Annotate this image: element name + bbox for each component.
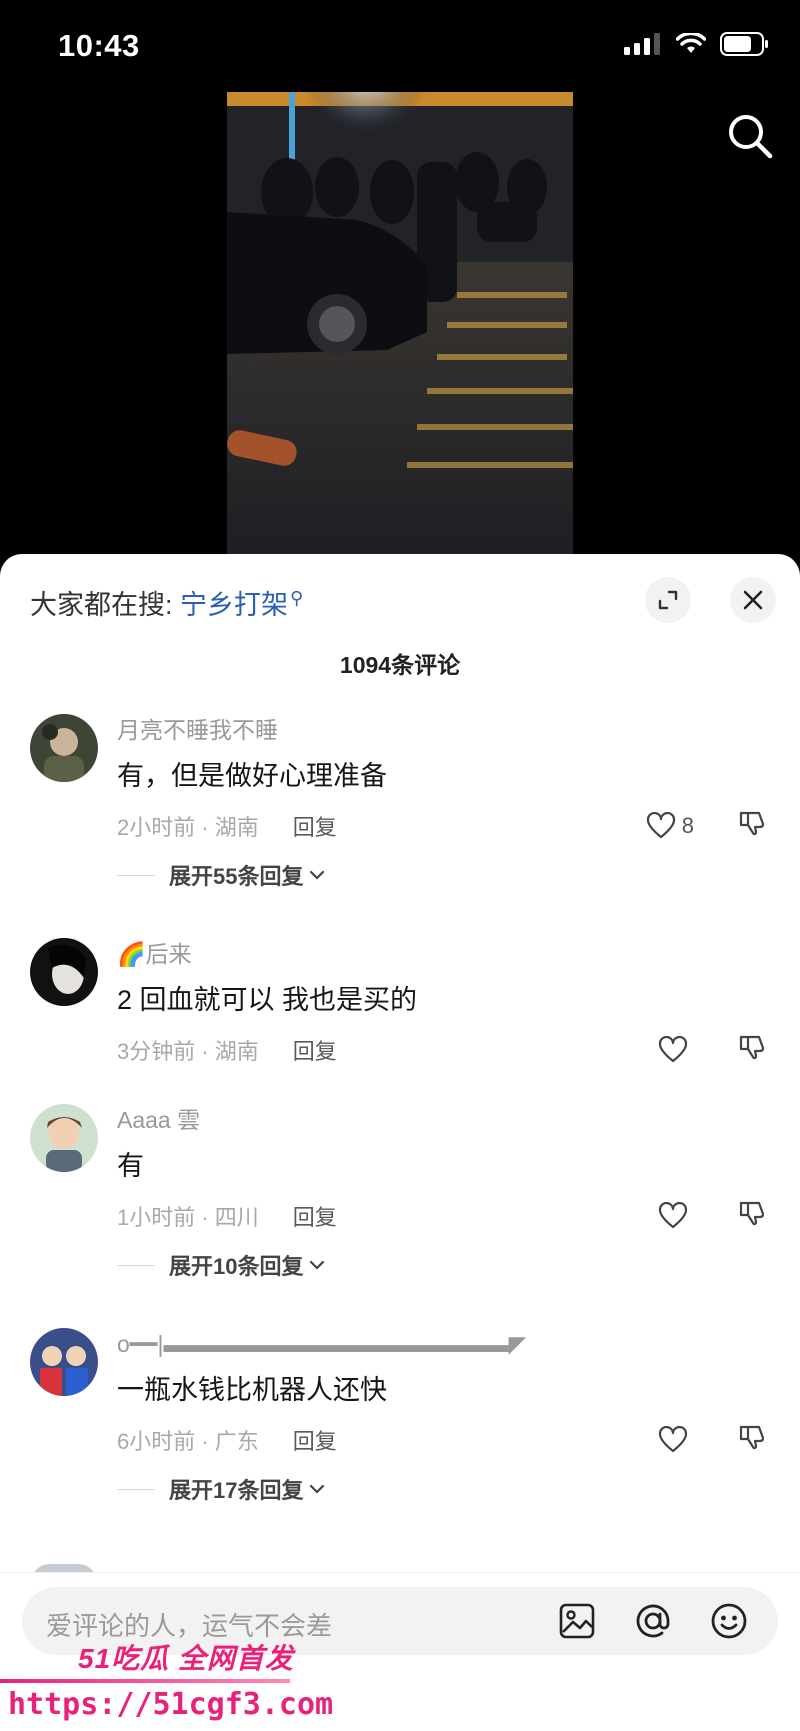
avatar[interactable] [30, 714, 98, 782]
like-button[interactable] [658, 1426, 694, 1454]
battery-icon [720, 32, 768, 56]
avatar[interactable] [30, 938, 98, 1006]
like-button[interactable]: 8 [646, 812, 694, 840]
reply-button[interactable]: 回复 [293, 1424, 337, 1456]
comment-item: o━━|▬▬▬▬▬▬▬▬▬▬▬▬▬▬▬◤ 一瓶水钱比机器人还快 6小时前 · 广… [0, 1328, 800, 1506]
video-player[interactable] [0, 92, 800, 554]
comment-text: 一瓶水钱比机器人还快 [117, 1375, 387, 1405]
video-still [227, 92, 573, 554]
avatar[interactable] [30, 1328, 98, 1396]
comment-username[interactable]: o━━|▬▬▬▬▬▬▬▬▬▬▬▬▬▬▬◤ [117, 1328, 760, 1360]
comment-text: 有 [117, 1151, 144, 1181]
comment-text: 2 回血就可以 我也是买的 [117, 985, 418, 1015]
comment-actions [658, 1423, 766, 1457]
close-icon [743, 590, 763, 610]
comment-item: Aaaa 雲 有 1小时前 · 四川 回复 展开10条回复 [0, 1104, 800, 1282]
hot-search[interactable]: 大家都在搜: 宁乡打架 ⚲ [30, 583, 303, 622]
hot-search-prefix: 大家都在搜: [30, 590, 173, 620]
comment-actions [658, 1033, 766, 1067]
comment-meta: 1小时前 · 四川 回复 [117, 1198, 765, 1234]
comment-meta: 3分钟前 · 湖南 回复 [117, 1032, 765, 1068]
reply-button[interactable]: 回复 [293, 1034, 337, 1066]
heart-icon [658, 1036, 688, 1063]
emoji-icon [711, 1603, 747, 1639]
expand-replies-label: 展开10条回复 [169, 1254, 304, 1279]
sheet-header: 大家都在搜: 宁乡打架 ⚲ [0, 554, 800, 646]
thumbs-down-icon [739, 1201, 765, 1226]
divider-line [117, 1488, 155, 1490]
dislike-button[interactable] [738, 1423, 766, 1457]
expand-icon [658, 590, 678, 610]
dislike-button[interactable] [738, 809, 766, 843]
emoji-button[interactable] [710, 1602, 748, 1640]
expand-replies-label: 展开17条回复 [169, 1478, 304, 1503]
chevron-down-icon [310, 1484, 325, 1494]
comment-meta: 6小时前 · 广东 回复 [117, 1422, 765, 1458]
like-count: 8 [681, 813, 694, 838]
comment-time-location: 6小时前 · 广东 [117, 1429, 259, 1454]
watermark-logo: 51吃瓜 全网首发 [78, 1643, 294, 1674]
comment-time-location: 1小时前 · 四川 [117, 1205, 259, 1230]
comment-item: 月亮不睡我不睡 有，但是做好心理准备 2小时前 · 湖南 回复 8 展开55条回… [0, 714, 800, 892]
comment-time-location: 2小时前 · 湖南 [117, 815, 259, 840]
search-icon [729, 115, 773, 159]
expand-replies-button[interactable]: 展开55条回复 [117, 858, 760, 892]
status-time: 10:43 [58, 28, 140, 63]
expand-sheet-button[interactable] [645, 577, 691, 623]
hot-search-term[interactable]: 宁乡打架 [180, 590, 288, 620]
video-frame[interactable] [227, 92, 573, 554]
comment-username[interactable]: Aaaa 雲 [117, 1104, 760, 1136]
image-icon [559, 1603, 595, 1639]
search-small-icon: ⚲ [290, 588, 304, 608]
dislike-button[interactable] [738, 1033, 766, 1067]
thumbs-down-icon [739, 811, 765, 836]
watermark: 51吃瓜 全网首发 https://51cgf3.com [0, 1637, 333, 1731]
comment-username[interactable]: 🌈后来 [117, 938, 760, 970]
close-sheet-button[interactable] [730, 577, 776, 623]
comment-actions [658, 1199, 766, 1233]
comment-time-location: 3分钟前 · 湖南 [117, 1039, 259, 1064]
search-button[interactable] [724, 110, 776, 162]
comment-actions: 8 [646, 809, 766, 843]
watermark-url: https://51cgf3.com [8, 1687, 334, 1722]
thumbs-down-icon [739, 1035, 765, 1060]
expand-replies-button[interactable]: 展开10条回复 [117, 1248, 760, 1282]
divider-line [117, 874, 155, 876]
chevron-down-icon [310, 1260, 325, 1270]
comment-text: 有，但是做好心理准备 [117, 761, 387, 791]
like-button[interactable] [658, 1202, 694, 1230]
at-icon [636, 1604, 670, 1638]
like-button[interactable] [658, 1036, 694, 1064]
status-icons [624, 32, 770, 56]
status-bar: 10:43 [0, 0, 800, 92]
heart-icon [658, 1202, 688, 1229]
mention-button[interactable] [634, 1602, 672, 1640]
image-button[interactable] [558, 1602, 596, 1640]
comment-sheet: 大家都在搜: 宁乡打架 ⚲ 1094条评论 月亮不睡我不睡 有，但是做好心理准备… [0, 554, 800, 1731]
reply-button[interactable]: 回复 [293, 810, 337, 842]
signal-icon [624, 33, 660, 55]
watermark-bar [0, 1679, 290, 1683]
dislike-button[interactable] [738, 1199, 766, 1233]
reply-button[interactable]: 回复 [293, 1200, 337, 1232]
comment-meta: 2小时前 · 湖南 回复 8 [117, 808, 765, 844]
comment-username[interactable]: 月亮不睡我不睡 [117, 714, 760, 746]
comment-count: 1094条评论 [339, 652, 461, 678]
comment-item: 🌈后来 2 回血就可以 我也是买的 3分钟前 · 湖南 回复 [0, 938, 800, 1068]
expand-replies-button[interactable]: 展开17条回复 [117, 1472, 760, 1506]
heart-icon [646, 812, 675, 839]
avatar[interactable] [30, 1104, 98, 1172]
divider-line [117, 1264, 155, 1266]
heart-icon [658, 1426, 688, 1453]
expand-replies-label: 展开55条回复 [169, 864, 304, 889]
thumbs-down-icon [739, 1425, 765, 1450]
chevron-down-icon [310, 870, 325, 880]
wifi-icon [676, 33, 706, 53]
